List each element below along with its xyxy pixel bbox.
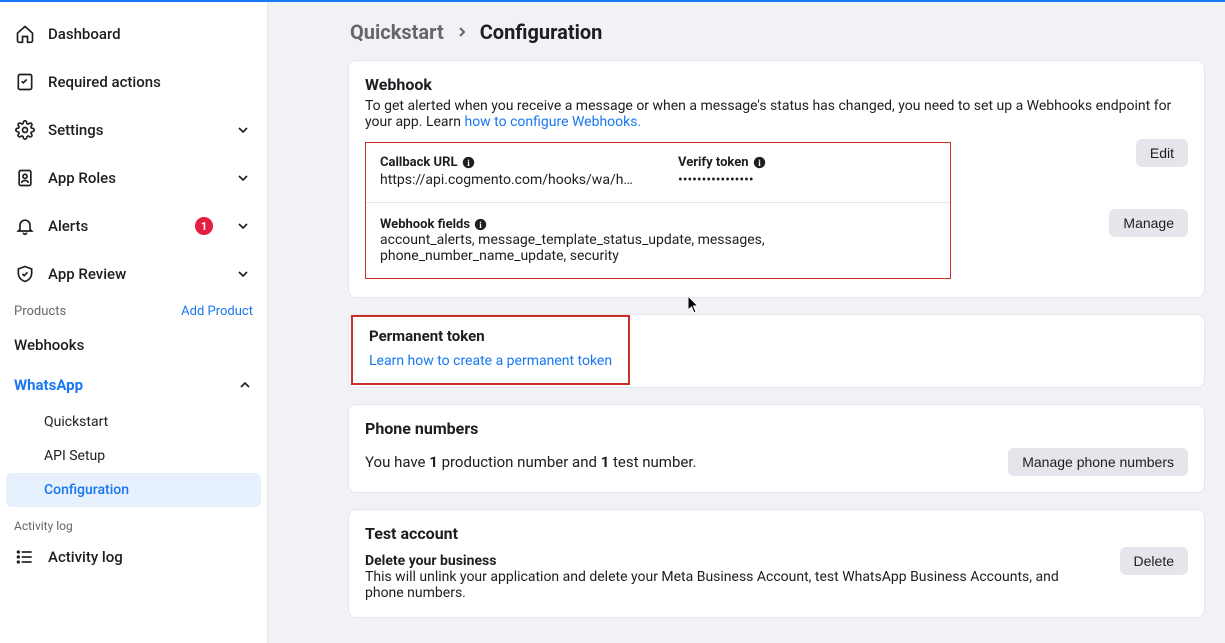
alert-count-badge: 1 bbox=[195, 217, 213, 235]
info-icon: i bbox=[753, 156, 766, 169]
permanent-token-title: Permanent token bbox=[369, 327, 612, 345]
permanent-token-highlight: Permanent token Learn how to create a pe… bbox=[351, 315, 630, 385]
manage-button[interactable]: Manage bbox=[1109, 209, 1188, 237]
verify-token-value: •••••••••••••••• bbox=[678, 172, 936, 188]
sidebar-item-label: WhatsApp bbox=[14, 376, 225, 394]
webhook-config-highlight: Callback URL i https://api.cogmento.com/… bbox=[365, 142, 951, 279]
chevron-right-icon bbox=[454, 24, 470, 40]
test-account-title: Test account bbox=[365, 524, 1188, 543]
subnav-api-setup[interactable]: API Setup bbox=[6, 439, 261, 473]
sidebar-item-label: Webhooks bbox=[14, 336, 253, 354]
webhook-fields-value: account_alerts, message_template_status_… bbox=[380, 232, 936, 264]
chevron-down-icon bbox=[233, 168, 253, 188]
permanent-token-link[interactable]: Learn how to create a permanent token bbox=[369, 353, 612, 369]
configure-webhooks-link[interactable]: how to configure Webhooks. bbox=[464, 114, 641, 130]
sidebar-item-label: Settings bbox=[48, 121, 221, 139]
chevron-down-icon bbox=[233, 216, 253, 236]
permanent-token-card: Permanent token Learn how to create a pe… bbox=[348, 314, 1205, 388]
test-account-card: Test account Delete your business This w… bbox=[348, 509, 1205, 618]
info-icon: i bbox=[462, 156, 475, 169]
callback-url-label: Callback URL i bbox=[380, 155, 638, 170]
sidebar-item-label: Dashboard bbox=[48, 25, 253, 43]
chevron-up-icon bbox=[237, 377, 253, 393]
phone-numbers-card: Phone numbers You have 1 production numb… bbox=[348, 404, 1205, 493]
list-icon bbox=[14, 546, 36, 568]
phone-numbers-text: You have 1 production number and 1 test … bbox=[365, 453, 696, 471]
chevron-down-icon bbox=[233, 120, 253, 140]
sidebar-item-label: App Review bbox=[48, 265, 221, 283]
breadcrumb: Quickstart Configuration bbox=[350, 20, 1205, 44]
info-icon: i bbox=[474, 218, 487, 231]
main-content: Quickstart Configuration Webhook To get … bbox=[268, 2, 1225, 643]
bell-icon bbox=[14, 215, 36, 237]
sidebar-item-label: Alerts bbox=[48, 217, 183, 235]
manage-phone-numbers-button[interactable]: Manage phone numbers bbox=[1008, 448, 1188, 476]
sidebar-item-whatsapp[interactable]: WhatsApp bbox=[0, 365, 267, 405]
home-icon bbox=[14, 23, 36, 45]
sidebar-item-activity-log[interactable]: Activity log bbox=[0, 537, 267, 577]
sidebar-item-settings[interactable]: Settings bbox=[0, 106, 267, 154]
webhook-fields-label: Webhook fields i bbox=[380, 217, 936, 232]
activity-log-section-label: Activity log bbox=[0, 507, 267, 537]
products-label: Products bbox=[14, 304, 66, 319]
breadcrumb-parent[interactable]: Quickstart bbox=[350, 20, 444, 44]
sidebar-item-alerts[interactable]: Alerts 1 bbox=[0, 202, 267, 250]
sidebar-item-app-review[interactable]: App Review bbox=[0, 250, 267, 298]
sidebar-item-dashboard[interactable]: Dashboard bbox=[0, 10, 267, 58]
sidebar: Dashboard Required actions Settings App … bbox=[0, 2, 268, 643]
sidebar-item-label: Activity log bbox=[48, 548, 253, 566]
edit-button[interactable]: Edit bbox=[1136, 139, 1188, 167]
delete-button[interactable]: Delete bbox=[1120, 547, 1188, 575]
chevron-down-icon bbox=[233, 264, 253, 284]
gear-icon bbox=[14, 119, 36, 141]
callback-url-value: https://api.cogmento.com/hooks/wa/h9JbTf… bbox=[380, 172, 638, 188]
sidebar-item-webhooks[interactable]: Webhooks bbox=[0, 325, 267, 365]
checklist-icon bbox=[14, 71, 36, 93]
sidebar-item-label: Required actions bbox=[48, 73, 253, 91]
verify-token-label: Verify token i bbox=[678, 155, 936, 170]
delete-business-subtitle: Delete your business bbox=[365, 553, 1100, 569]
webhook-title: Webhook bbox=[365, 75, 1188, 94]
sidebar-item-app-roles[interactable]: App Roles bbox=[0, 154, 267, 202]
sidebar-item-label: App Roles bbox=[48, 169, 221, 187]
delete-business-description: This will unlink your application and de… bbox=[365, 569, 1100, 601]
whatsapp-submenu: Quickstart API Setup Configuration bbox=[0, 405, 267, 507]
sidebar-item-required-actions[interactable]: Required actions bbox=[0, 58, 267, 106]
badge-icon bbox=[14, 167, 36, 189]
add-product-link[interactable]: Add Product bbox=[181, 304, 253, 319]
cursor-icon bbox=[688, 296, 700, 314]
subnav-configuration[interactable]: Configuration bbox=[6, 473, 261, 507]
phone-numbers-title: Phone numbers bbox=[365, 419, 1188, 438]
webhook-description: To get alerted when you receive a messag… bbox=[365, 98, 1188, 130]
shield-check-icon bbox=[14, 263, 36, 285]
webhook-card: Webhook To get alerted when you receive … bbox=[348, 60, 1205, 298]
subnav-quickstart[interactable]: Quickstart bbox=[6, 405, 261, 439]
products-section-header: Products Add Product bbox=[0, 298, 267, 325]
breadcrumb-current: Configuration bbox=[480, 20, 603, 44]
